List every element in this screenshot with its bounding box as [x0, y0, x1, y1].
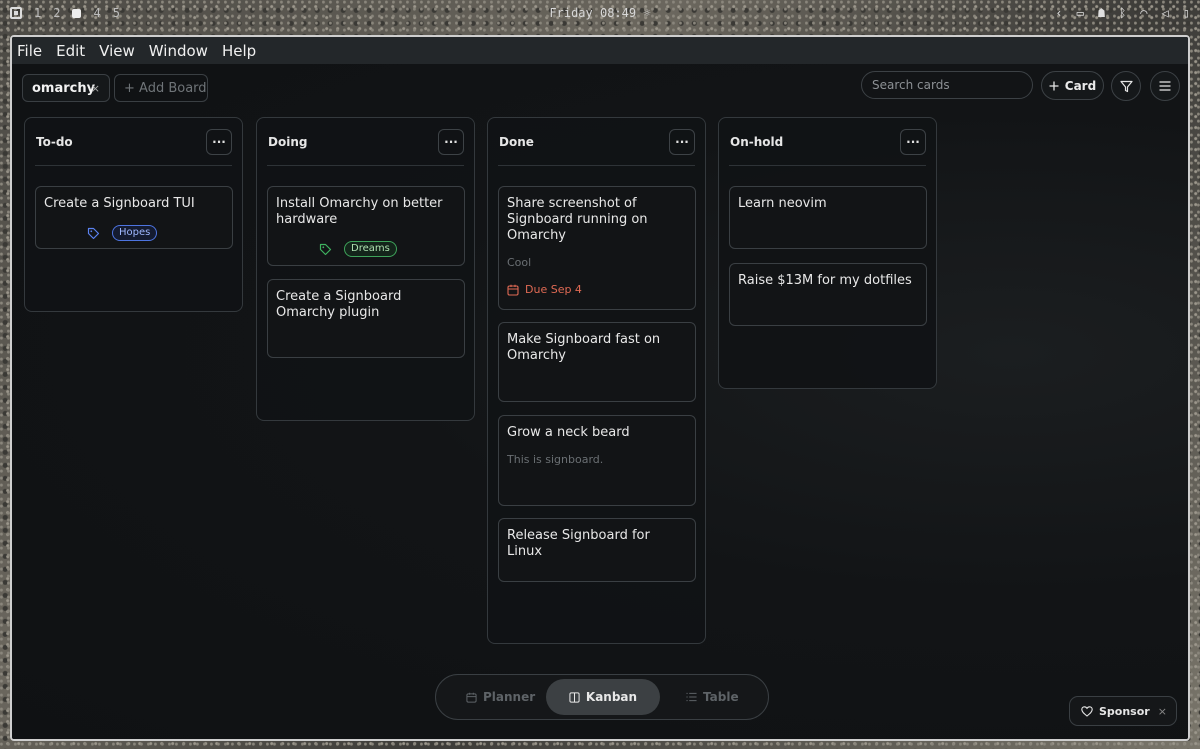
card-title: Raise $13M for my dotfiles — [738, 273, 912, 288]
card[interactable]: Create a Signboard TUI Hopes — [35, 186, 233, 249]
close-tab-icon[interactable]: × — [91, 82, 100, 95]
menu-view[interactable]: View — [99, 42, 135, 60]
view-planner-label: Planner — [483, 690, 536, 704]
clock: Friday 08:49 ☼ — [0, 6, 1200, 20]
list-icon — [686, 692, 697, 702]
card[interactable]: Raise $13M for my dotfiles — [729, 263, 927, 326]
view-kanban-label: Kanban — [585, 690, 638, 704]
column-header: On-hold ··· — [729, 118, 926, 166]
due-date-text: Due Sep 4 — [525, 283, 582, 296]
add-card-label: Card — [1064, 78, 1097, 93]
system-tray: ‹ ▭ ☗ ᛒ ◠ ◁ ▯ — [1055, 6, 1190, 20]
column-title: Done — [499, 134, 534, 149]
card-tags: Hopes — [44, 225, 223, 241]
add-board-button[interactable]: + Add Board — [114, 74, 208, 102]
due-date: Due Sep 4 — [507, 283, 686, 296]
view-planner-button[interactable]: Planner — [466, 679, 535, 715]
card-title: Release Signboard for Linux — [507, 528, 650, 559]
menu-window[interactable]: Window — [149, 42, 208, 60]
tag-badge[interactable]: Hopes — [112, 225, 158, 241]
sponsor-label: Sponsor — [1099, 704, 1150, 718]
column-done: Done ··· Share screenshot of Signboard r… — [487, 117, 706, 644]
card[interactable]: Install Omarchy on better hardware Dream… — [267, 186, 465, 266]
column-title: On-hold — [730, 134, 784, 149]
tag-badge[interactable]: Dreams — [344, 241, 397, 257]
clock-text[interactable]: Friday 08:49 — [549, 6, 636, 20]
workspace-4[interactable]: 4 — [93, 6, 100, 20]
card[interactable]: Grow a neck beard This is signboard. — [498, 415, 696, 506]
close-sponsor-icon[interactable]: × — [1158, 705, 1167, 718]
card-tags: Dreams — [276, 241, 455, 257]
omarchy-logo-icon[interactable] — [10, 7, 22, 19]
view-kanban-button[interactable]: Kanban — [546, 679, 660, 715]
tab-label: omarchy — [32, 80, 96, 96]
workspace-active-indicator[interactable] — [72, 8, 82, 18]
calendar-icon — [466, 692, 477, 703]
card-title: Grow a neck beard — [507, 425, 630, 440]
robot-icon[interactable]: ☗ — [1098, 6, 1105, 20]
card[interactable]: Make Signboard fast on Omarchy — [498, 322, 696, 402]
column-more-button[interactable]: ··· — [669, 128, 695, 155]
view-switcher: Planner Kanban Table — [435, 674, 769, 720]
add-card-button[interactable]: Card — [1041, 71, 1104, 100]
sponsor-button[interactable]: Sponsor × — [1069, 696, 1177, 726]
plus-icon — [1049, 81, 1059, 90]
card-description: Cool — [507, 256, 532, 269]
column-on-hold: On-hold ··· Learn neovim Raise $13M for … — [718, 117, 937, 389]
menu-button[interactable] — [1150, 71, 1180, 101]
system-topbar: 1 2 4 5 Friday 08:49 ☼ ‹ ▭ ☗ ᛒ ◠ ◁ ▯ — [0, 0, 1200, 26]
column-title: Doing — [268, 134, 308, 149]
column-doing: Doing ··· Install Omarchy on better hard… — [256, 117, 475, 421]
card[interactable]: Learn neovim — [729, 186, 927, 249]
column-more-button[interactable]: ··· — [438, 128, 464, 155]
signboard-window: File Edit View Window Help omarchy × + A… — [10, 35, 1190, 741]
chevron-left-icon[interactable]: ‹ — [1055, 6, 1062, 20]
card-title: Create a Signboard Omarchy plugin — [276, 289, 402, 320]
workspace-1[interactable]: 1 — [34, 6, 41, 20]
card-title: Make Signboard fast on Omarchy — [507, 332, 661, 363]
workspace-switcher: 1 2 4 5 — [10, 6, 120, 20]
columns-icon — [569, 691, 580, 703]
menu-edit[interactable]: Edit — [56, 42, 85, 60]
card[interactable]: Create a Signboard Omarchy plugin — [267, 279, 465, 358]
tab-omarchy[interactable]: omarchy × — [22, 74, 110, 102]
calendar-icon — [507, 284, 519, 296]
wifi-icon[interactable]: ◠ — [1140, 6, 1147, 20]
filter-button[interactable] — [1111, 71, 1141, 101]
workspace-5[interactable]: 5 — [113, 6, 120, 20]
column-header: Done ··· — [498, 118, 695, 166]
column-header: To-do ··· — [35, 118, 232, 166]
card[interactable]: Release Signboard for Linux — [498, 518, 696, 582]
card-title: Create a Signboard TUI — [44, 196, 195, 211]
card-title: Install Omarchy on better hardware — [276, 196, 443, 227]
hamburger-icon — [1159, 81, 1171, 91]
bluetooth-icon[interactable]: ᛒ — [1119, 6, 1126, 20]
tag-icon — [87, 227, 100, 239]
card-title: Learn neovim — [738, 196, 827, 211]
volume-icon[interactable]: ◁ — [1162, 6, 1169, 20]
sun-icon: ☼ — [643, 6, 651, 20]
column-title: To-do — [36, 134, 73, 149]
menu-file[interactable]: File — [17, 42, 42, 60]
column-header: Doing ··· — [267, 118, 464, 166]
view-table-button[interactable]: Table — [686, 679, 739, 715]
filter-icon — [1119, 80, 1133, 92]
tag-icon — [319, 243, 332, 255]
column-todo: To-do ··· Create a Signboard TUI Hopes — [24, 117, 243, 312]
search-input[interactable] — [861, 71, 1033, 99]
view-table-label: Table — [703, 690, 739, 704]
battery-icon[interactable]: ▯ — [1183, 6, 1190, 20]
column-more-button[interactable]: ··· — [900, 128, 926, 155]
column-more-button[interactable]: ··· — [206, 128, 232, 155]
screen-record-icon[interactable]: ▭ — [1077, 6, 1084, 20]
menu-bar: File Edit View Window Help — [12, 37, 1188, 64]
card-title: Share screenshot of Signboard running on… — [507, 196, 648, 243]
card-description: This is signboard. — [507, 453, 604, 466]
heart-icon — [1081, 705, 1093, 717]
menu-help[interactable]: Help — [222, 42, 256, 60]
workspace-2[interactable]: 2 — [53, 6, 60, 20]
card[interactable]: Share screenshot of Signboard running on… — [498, 186, 696, 310]
